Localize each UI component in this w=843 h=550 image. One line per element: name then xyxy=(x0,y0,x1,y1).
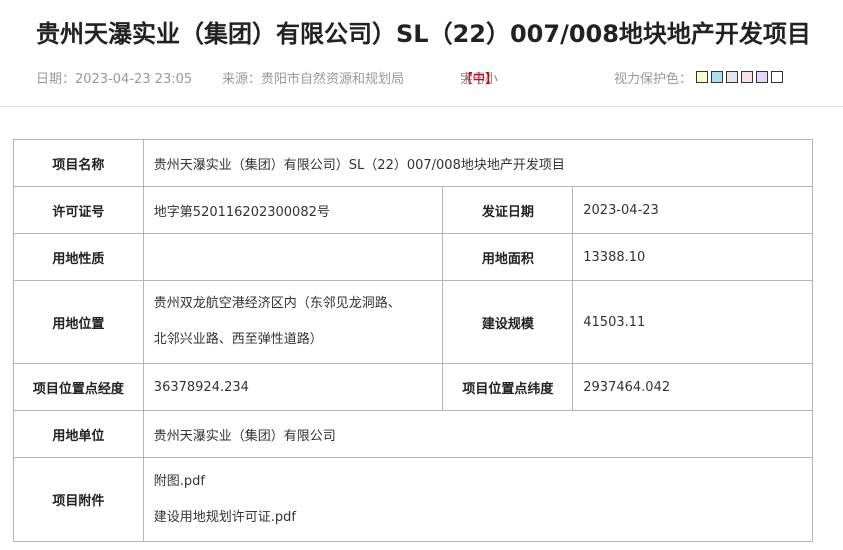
publish-source: 来源：贵阳市自然资源和规划局 xyxy=(222,72,405,87)
label-land-use-type: 用地性质 xyxy=(13,233,144,281)
land-location-line-1: 贵州双龙航空港经济区内（东邻见龙洞路、 xyxy=(153,296,401,311)
eye-care-swatch-blue[interactable] xyxy=(711,71,723,83)
value-attachments: 附图.pdf 建设用地规划许可证.pdf xyxy=(142,457,814,542)
table-row: 用地性质 用地面积 13388.10 xyxy=(13,233,813,281)
value-permit-number: 地字第520116202300082号 xyxy=(142,186,444,234)
value-land-location: 贵州双龙航空港经济区内（东邻见龙洞路、 北邻兴业路、西至弹性道路） xyxy=(142,280,444,364)
publish-date: 日期：2023-04-23 23:05 xyxy=(36,72,193,87)
font-size-large-button[interactable]: 大 xyxy=(460,68,473,87)
label-longitude: 项目位置点经度 xyxy=(13,363,144,411)
page-title: 贵州天瀑实业（集团）有限公司）SL（22）007/008地块地产开发项目 xyxy=(36,20,811,48)
attachment-link-drawing[interactable]: 附图.pdf xyxy=(154,464,802,500)
table-row: 项目名称 贵州天瀑实业（集团）有限公司）SL（22）007/008地块地产开发项… xyxy=(13,139,814,187)
table-row: 用地位置 贵州双龙航空港经济区内（东邻见龙洞路、 北邻兴业路、西至弹性道路） 建… xyxy=(13,280,813,364)
font-size-control: 字号：【大 中 小】 xyxy=(460,68,499,87)
label-land-location: 用地位置 xyxy=(13,280,144,364)
value-land-unit: 贵州天瀑实业（集团）有限公司 xyxy=(142,410,814,458)
eye-care-swatch-gray[interactable] xyxy=(726,71,738,83)
label-permit-number: 许可证号 xyxy=(13,186,144,234)
table-row: 许可证号 地字第520116202300082号 发证日期 2023-04-23 xyxy=(13,186,813,234)
label-land-unit: 用地单位 xyxy=(13,410,144,458)
value-construction-scale: 41503.11 xyxy=(572,280,813,364)
value-project-name: 贵州天瀑实业（集团）有限公司）SL（22）007/008地块地产开发项目 xyxy=(142,139,814,187)
label-latitude: 项目位置点纬度 xyxy=(442,363,574,411)
value-longitude: 36378924.234 xyxy=(142,363,444,411)
eye-care-label: 视力保护色： xyxy=(614,72,693,87)
eye-care-swatches xyxy=(696,71,783,83)
label-land-area: 用地面积 xyxy=(442,233,574,281)
table-row: 项目位置点经度 36378924.234 项目位置点纬度 2937464.042 xyxy=(13,363,813,411)
value-land-use-type xyxy=(142,233,444,281)
article-meta: 日期：2023-04-23 23:05 来源：贵阳市自然资源和规划局 字号：【大… xyxy=(36,68,806,90)
label-project-name: 项目名称 xyxy=(13,139,144,187)
font-size-medium-button[interactable]: 中 xyxy=(472,68,485,87)
label-issue-date: 发证日期 xyxy=(442,186,574,234)
eye-care-swatch-white[interactable] xyxy=(771,71,783,83)
eye-care-swatch-pink[interactable] xyxy=(741,71,753,83)
project-info-table: 项目名称 贵州天瀑实业（集团）有限公司）SL（22）007/008地块地产开发项… xyxy=(13,139,814,542)
eye-care-swatch-purple[interactable] xyxy=(756,71,768,83)
header-divider xyxy=(0,106,843,107)
eye-care-swatch-yellow[interactable] xyxy=(696,71,708,83)
value-land-area: 13388.10 xyxy=(572,233,813,281)
label-attachments: 项目附件 xyxy=(13,457,144,542)
label-construction-scale: 建设规模 xyxy=(442,280,574,364)
land-location-line-2: 北邻兴业路、西至弹性道路） xyxy=(153,332,323,347)
value-issue-date: 2023-04-23 xyxy=(572,186,813,234)
bracket-close: 】 xyxy=(484,72,498,87)
table-row: 用地单位 贵州天瀑实业（集团）有限公司 xyxy=(13,410,814,458)
value-latitude: 2937464.042 xyxy=(572,363,813,411)
attachment-link-permit[interactable]: 建设用地规划许可证.pdf xyxy=(154,500,802,536)
table-row: 项目附件 附图.pdf 建设用地规划许可证.pdf xyxy=(13,457,814,542)
